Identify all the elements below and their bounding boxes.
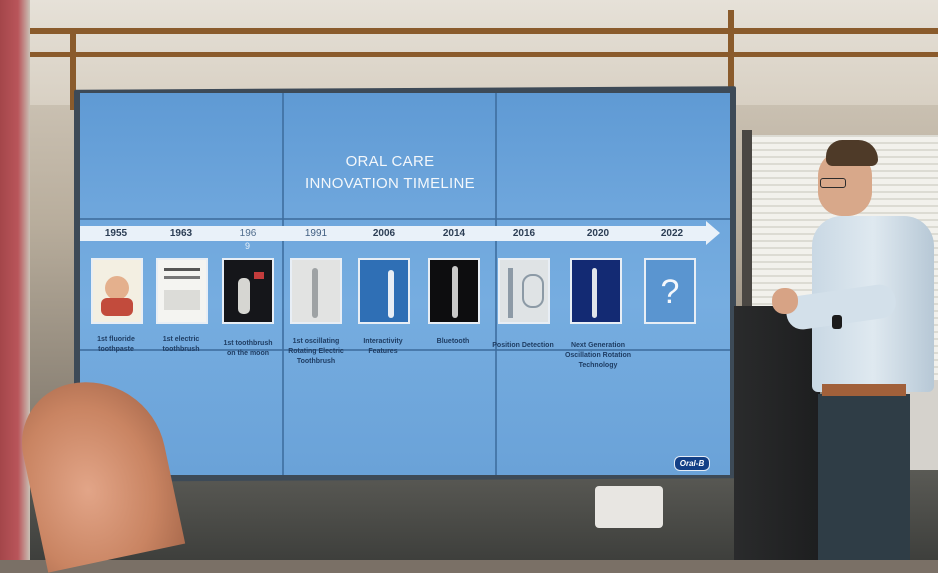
presenter-hand (772, 288, 798, 314)
title-line-1: ORAL CARE (345, 153, 435, 170)
year-label: 2006 (372, 228, 396, 239)
question-mark: ? (660, 273, 680, 311)
podium (734, 306, 820, 560)
year-label: 1991 (304, 228, 328, 239)
rotating-toothbrush-image (290, 258, 342, 324)
year-label: 2020 (586, 228, 610, 239)
timeline-caption: 1st electric toothbrush (162, 336, 200, 353)
timeline-caption: Bluetooth (436, 338, 470, 345)
timeline-caption: Next Generation Oscillation Rotation Tec… (564, 342, 632, 369)
question-mark-tile: ? (644, 258, 696, 324)
ceiling-beam (30, 28, 938, 34)
year-label: 2014 (442, 228, 466, 239)
timeline-arrow-head (706, 221, 720, 245)
timeline-caption: Interactivity Features (363, 338, 403, 355)
presenter-belt (822, 384, 906, 396)
next-gen-toothbrush-image (570, 258, 622, 324)
panel-seam (80, 218, 730, 220)
timeline-caption: 1st oscillating Rotating Electric Toothb… (288, 338, 344, 365)
year-label-overflow: 9 (245, 241, 251, 251)
speaker-box (595, 486, 663, 528)
left-wall-edge (0, 0, 30, 560)
timeline-caption: 1st toothbrush on the moon (223, 340, 273, 357)
year-label: 1963 (169, 228, 193, 239)
moon-astronaut-image (222, 258, 274, 324)
timeline-caption: Position Detection (492, 342, 554, 349)
presenter-hair (826, 140, 878, 166)
toothpaste-ad-image (91, 258, 143, 324)
video-wall-screen: ORAL CARE INNOVATION TIMELINE 1955 1963 … (80, 93, 730, 475)
oral-b-logo: Oral-B (674, 456, 710, 471)
presenter-pants (818, 394, 910, 560)
interactivity-product-box-image (358, 258, 410, 324)
presenter-glasses (820, 178, 846, 188)
year-label: 2022 (660, 228, 684, 239)
ceiling-beam (30, 52, 938, 57)
position-detection-image (498, 258, 550, 324)
bluetooth-toothbrush-image (428, 258, 480, 324)
electric-toothbrush-ad-image (156, 258, 208, 324)
timeline-caption: 1st fluoride toothpaste (97, 336, 135, 353)
title-line-2: INNOVATION TIMELINE (305, 175, 475, 192)
year-label: 1955 (104, 228, 128, 239)
year-label: 196 (239, 228, 257, 239)
year-label: 2016 (512, 228, 536, 239)
presenter-watch (832, 315, 842, 329)
slide-title: ORAL CARE INNOVATION TIMELINE (280, 151, 500, 195)
